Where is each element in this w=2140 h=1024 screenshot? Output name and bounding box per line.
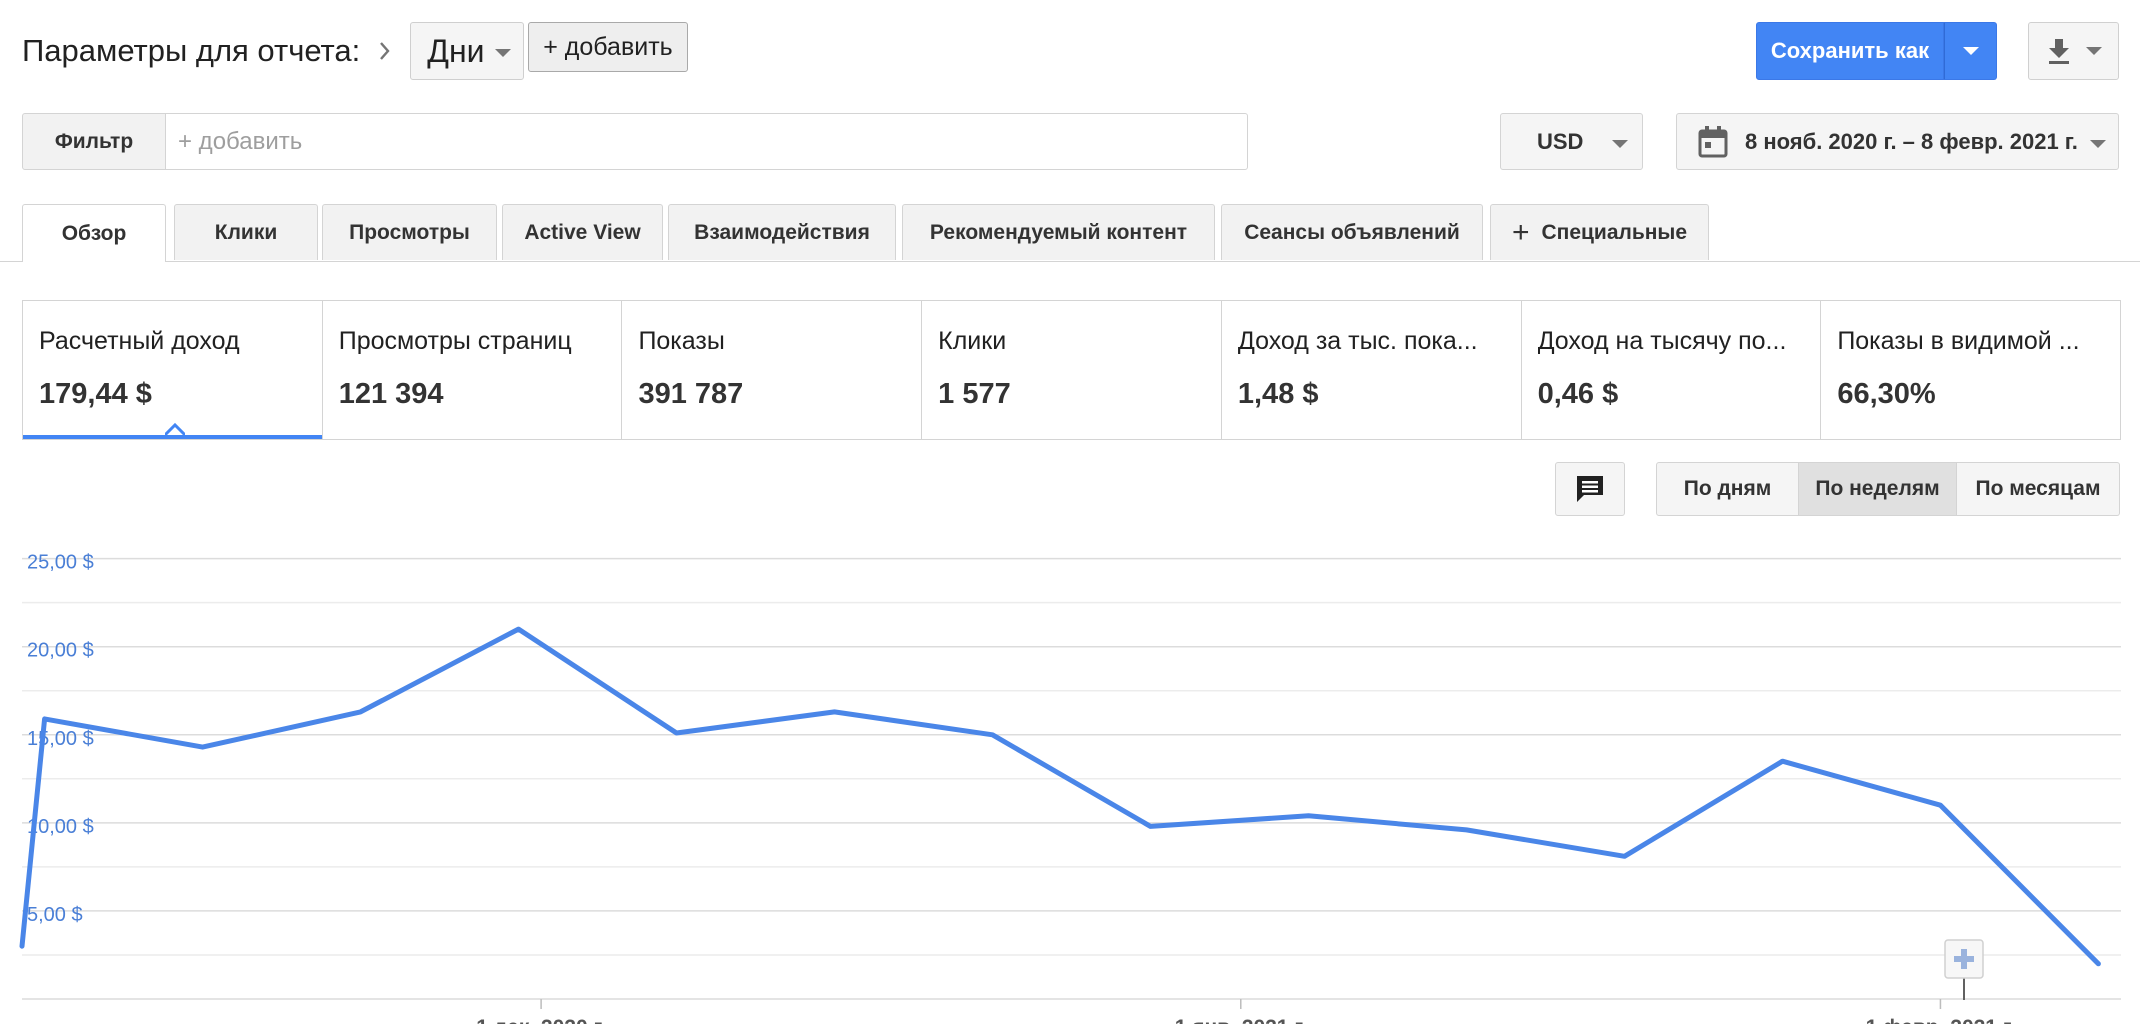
scorecard-label: Клики <box>938 327 1007 355</box>
scorecard-value: 0,46 $ <box>1537 378 1619 410</box>
tab-overview[interactable]: Обзор <box>22 204 166 262</box>
calendar-icon <box>1698 125 1728 157</box>
save-as-dropdown-button[interactable] <box>1944 22 1997 80</box>
chevron-right-icon <box>364 41 406 61</box>
scorecard-label: Просмотры страниц <box>338 327 572 355</box>
y-tick-label: 25,00 $ <box>27 552 94 574</box>
save-as-group: Сохранить как <box>1756 22 1997 80</box>
dimension-select[interactable]: Дни <box>410 22 525 80</box>
currency-select[interactable]: USD <box>1500 113 1643 170</box>
data-point <box>2096 962 2100 966</box>
scorecard-value: 179,44 $ <box>39 378 152 410</box>
scorecard-value: 1,48 $ <box>1237 378 1319 410</box>
x-axis-labels: 1 дек. 2020 г. 1 янв. 2021 г. 1 февр. 2021… <box>476 999 2015 1024</box>
download-icon <box>2048 39 2069 64</box>
selected-indicator-icon <box>165 422 185 437</box>
metric-scorecards: Расчетный доход 179,44 $ Просмотры стран… <box>22 300 2121 440</box>
chevron-down-icon <box>495 49 512 57</box>
series-line <box>19 626 2101 967</box>
scorecard-page-views[interactable]: Просмотры страниц 121 394 <box>321 301 622 439</box>
granularity-toggle: По дням По неделям По месяцам <box>1656 462 2120 516</box>
data-point <box>1464 828 1468 832</box>
scorecard-label: Показы в видимой ... <box>1837 327 2080 355</box>
chevron-down-icon <box>1612 140 1628 148</box>
x-tick-label: 1 дек. 2020 г. <box>476 1016 606 1024</box>
chevron-down-icon <box>1962 47 1979 55</box>
tab-clicks[interactable]: Клики <box>174 204 318 260</box>
tab-custom[interactable]: + Специальные <box>1490 204 1709 260</box>
tab-recommended-content[interactable]: Рекомендуемый контент <box>902 204 1215 260</box>
data-point <box>517 627 521 631</box>
data-point <box>359 710 363 714</box>
data-point <box>1306 814 1310 818</box>
chart-series <box>19 626 2101 967</box>
annotation-button[interactable] <box>1555 462 1625 516</box>
data-point <box>991 733 995 737</box>
chevron-down-icon <box>2085 47 2102 55</box>
data-point <box>675 731 679 735</box>
y-tick-label: 20,00 $ <box>27 640 94 662</box>
scorecard-label: Расчетный доход <box>39 327 240 355</box>
data-point <box>20 944 24 948</box>
date-range-select[interactable]: 8 нояб. 2020 г. – 8 февр. 2021 г. <box>1676 113 2119 170</box>
download-button[interactable] <box>2028 22 2119 80</box>
earnings-chart: 5,00 $10,00 $15,00 $20,00 $25,00 $ 1 дек… <box>19 552 2121 1024</box>
scorecard-value: 66,30% <box>1837 378 1936 410</box>
tab-ad-sessions[interactable]: Сеансы объявлений <box>1221 204 1483 260</box>
data-point <box>833 710 837 714</box>
comment-icon <box>1577 476 1603 502</box>
x-tick-label: 1 янв. 2021 г. <box>1175 1016 1307 1024</box>
tab-views[interactable]: Просмотры <box>322 204 497 260</box>
scorecard-value: 1 577 <box>938 378 1011 410</box>
data-point <box>1148 824 1152 828</box>
scorecard-impressions[interactable]: Показы 391 787 <box>621 301 921 439</box>
scorecard-label: Доход за тыс. пока... <box>1237 327 1478 355</box>
add-dimension-button[interactable]: + добавить <box>528 22 688 72</box>
filter-input[interactable] <box>165 113 1248 170</box>
chevron-down-icon <box>2090 140 2106 148</box>
scorecard-page-rpm[interactable]: Доход на тысячу по... 0,46 $ <box>1520 301 1821 439</box>
currency-select-value: USD <box>1537 128 1584 154</box>
period-monthly-button[interactable]: По месяцам <box>1957 462 2120 516</box>
scorecard-value: 121 394 <box>338 378 444 410</box>
date-range-value: 8 нояб. 2020 г. – 8 февр. 2021 г. <box>1745 128 2078 154</box>
period-weekly-button[interactable]: По неделям <box>1799 462 1957 516</box>
data-point <box>201 745 205 749</box>
report-tabs: Обзор Клики Просмотры Active View Взаимо… <box>0 204 2140 262</box>
y-tick-label: 15,00 $ <box>27 728 94 750</box>
add-annotation-marker[interactable] <box>1944 939 1984 1000</box>
report-header: Параметры для отчета: Дни + добавить <box>22 22 688 80</box>
y-tick-label: 5,00 $ <box>27 904 83 926</box>
x-tick-label: 1 февр. 2021 г. <box>1866 1016 2016 1024</box>
save-as-button[interactable]: Сохранить как <box>1756 22 1944 80</box>
filter-label[interactable]: Фильтр <box>22 113 166 170</box>
tab-active-view[interactable]: Active View <box>502 204 663 260</box>
data-point <box>1622 854 1626 858</box>
period-daily-button[interactable]: По дням <box>1656 462 1799 516</box>
plus-icon: + <box>1511 215 1530 249</box>
scorecard-viewability[interactable]: Показы в видимой ... 66,30% <box>1820 301 2120 439</box>
tab-custom-label: Специальные <box>1541 220 1688 244</box>
page-title: Параметры для отчета: <box>22 33 361 68</box>
y-axis-labels: 5,00 $10,00 $15,00 $20,00 $25,00 $ <box>27 552 94 926</box>
scorecard-impression-rpm[interactable]: Доход за тыс. пока... 1,48 $ <box>1220 301 1521 439</box>
scorecard-estimated-earnings[interactable]: Расчетный доход 179,44 $ <box>23 301 322 439</box>
scorecard-label: Показы <box>638 327 725 355</box>
data-point <box>43 717 47 721</box>
tab-interactions[interactable]: Взаимодействия <box>668 204 896 260</box>
scorecard-clicks[interactable]: Клики 1 577 <box>921 301 1221 439</box>
data-point <box>1780 759 1784 763</box>
scorecard-value: 391 787 <box>638 378 744 410</box>
data-point <box>1938 803 1942 807</box>
scorecard-label: Доход на тысячу по... <box>1537 327 1787 355</box>
dimension-select-value: Дни <box>427 32 485 69</box>
